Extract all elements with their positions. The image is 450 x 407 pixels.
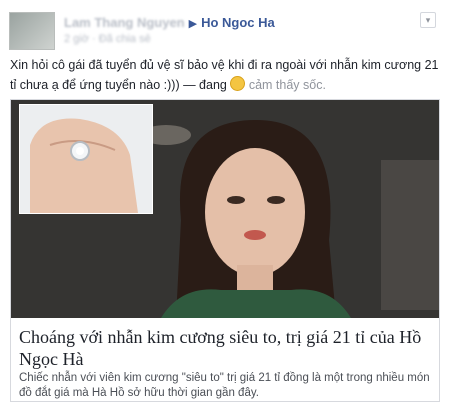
author-avatar[interactable]: [9, 12, 55, 50]
ring-inset-photo: [19, 104, 153, 214]
ring-hand-illustration: [20, 105, 152, 213]
link-headline[interactable]: Choáng với nhẫn kim cương siêu to, trị g…: [19, 326, 431, 370]
author-name[interactable]: Lam Thang Nguyen: [64, 15, 185, 30]
share-arrow-icon: ▶: [188, 18, 198, 30]
chevron-down-icon[interactable]: ▾: [420, 12, 436, 28]
feeling-emoji-icon: [230, 76, 246, 91]
link-preview-card[interactable]: Choáng với nhẫn kim cương siêu to, trị g…: [10, 99, 440, 402]
post-header: Lam Thang Nguyen ▶ Ho Ngoc Ha: [64, 15, 275, 30]
post-status: Xin hỏi cô gái đã tuyển đủ vệ sĩ bảo vệ …: [10, 55, 442, 95]
facebook-post: Lam Thang Nguyen ▶ Ho Ngoc Ha 2 giờ · Đã c…: [0, 0, 450, 407]
post-timestamp[interactable]: 2 giờ · Đã chia sẻ: [64, 33, 151, 45]
target-page-name[interactable]: Ho Ngoc Ha: [201, 15, 275, 30]
status-text: Xin hỏi cô gái đã tuyển đủ vệ sĩ bảo vệ …: [10, 58, 439, 92]
feeling-text: cảm thấy sốc.: [245, 78, 326, 92]
link-description: Chiếc nhẫn với viên kim cương "siêu to" …: [19, 372, 430, 399]
link-preview-image[interactable]: [11, 100, 439, 318]
